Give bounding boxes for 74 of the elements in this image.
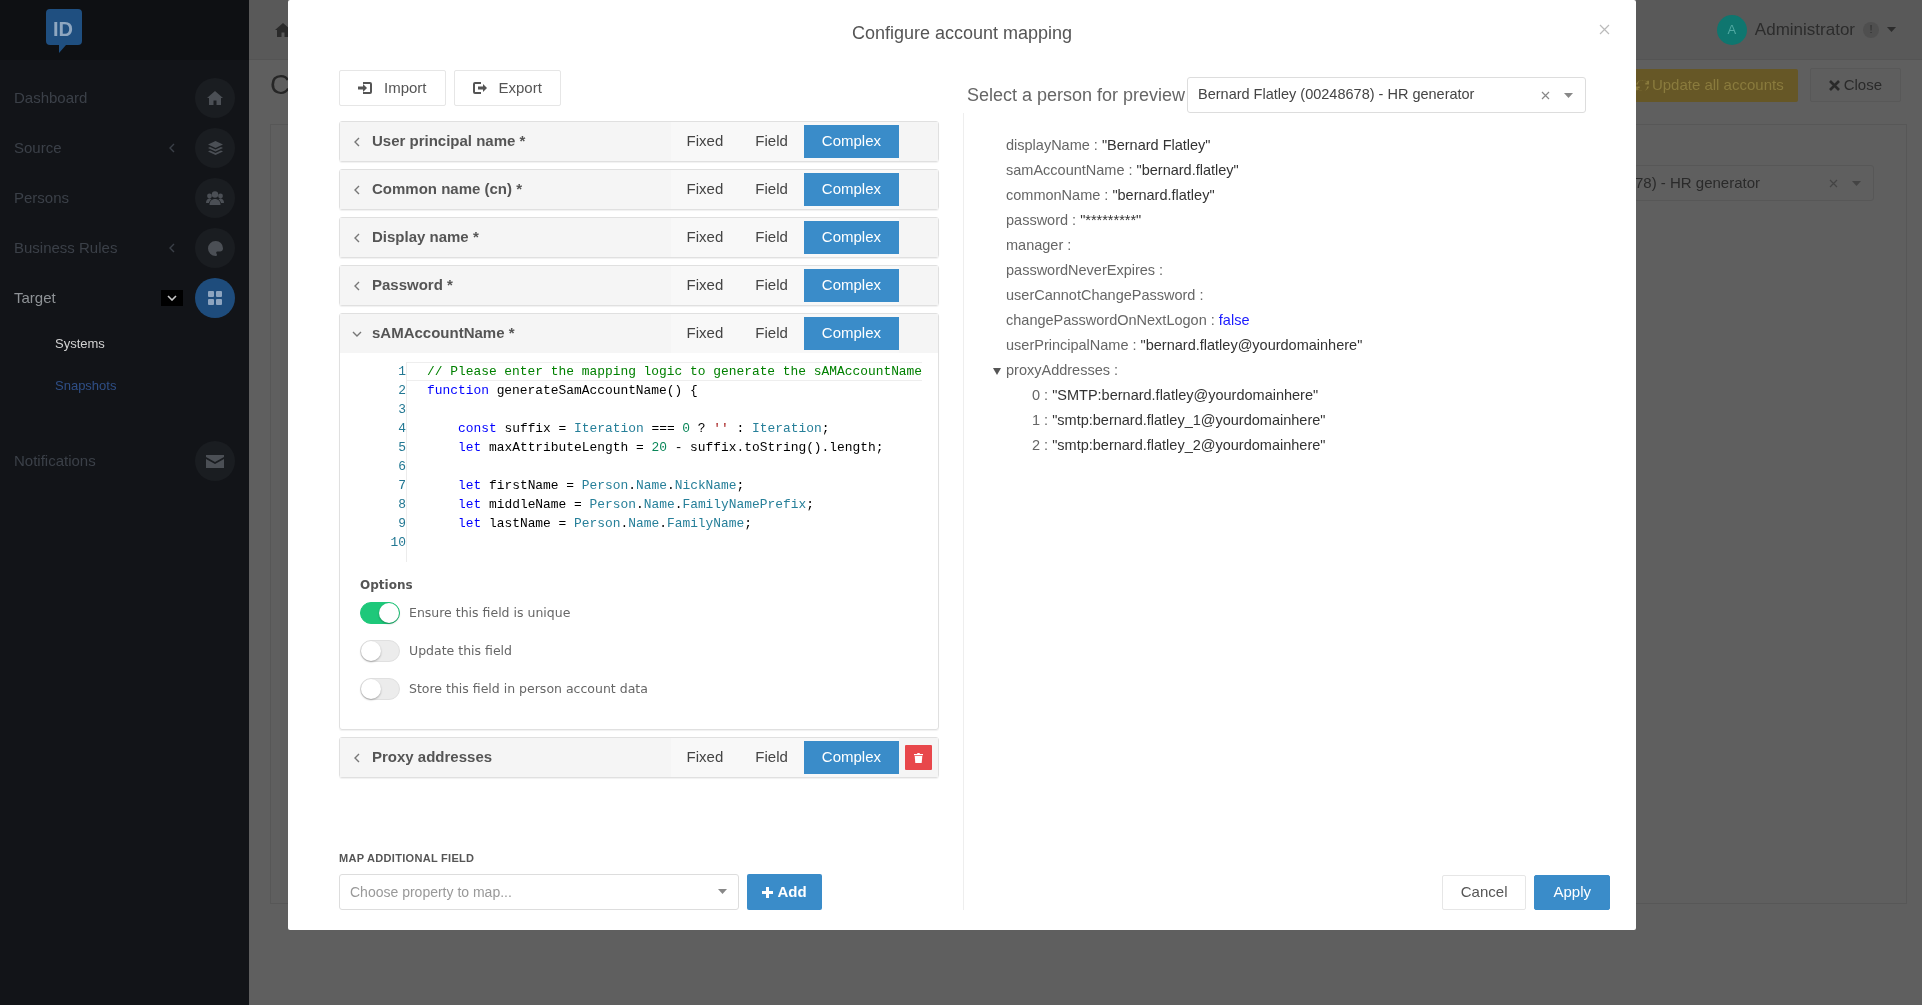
property-line: 2 : "smtp:bernard.flatley_2@yourdomainhere" xyxy=(1032,436,1326,455)
line-number: 3 xyxy=(397,401,406,419)
toolbar-button[interactable]: Export xyxy=(453,70,561,106)
line-number: 10 xyxy=(389,534,406,552)
property-line: userPrincipalName : "bernard.flatley@yourdomainhere" xyxy=(1006,336,1363,355)
code-line: // Please enter the mapping logic to generate the sAMAccountName xyxy=(407,362,923,381)
mapping-title: Proxy addresses xyxy=(372,747,494,768)
property-select[interactable]: Choose property to map... xyxy=(339,874,739,910)
mode-tab[interactable]: Complex xyxy=(803,741,899,774)
mode-tab[interactable]: Fixed xyxy=(670,317,740,350)
property-line: password : "*********" xyxy=(1006,211,1142,230)
mode-tab[interactable]: Field xyxy=(739,317,804,350)
property-line: manager : xyxy=(1006,236,1072,255)
section-label: MAP ADDITIONAL FIELD xyxy=(339,851,475,864)
apply-button[interactable]: Apply xyxy=(1534,875,1610,910)
logo-text: ID xyxy=(53,17,73,42)
option-label: Store this field in person account data xyxy=(409,679,648,698)
code-line: let maxAttributeLength = 20 - suffix.toString().length; xyxy=(457,439,885,457)
line-number: 2 xyxy=(397,382,406,400)
mapping-title: Common name (cn) * xyxy=(372,179,523,200)
property-line: 1 : "smtp:bernard.flatley_1@yourdomainhere" xyxy=(1032,411,1326,430)
page-title: C xyxy=(270,68,291,102)
mode-tab[interactable]: Complex xyxy=(803,269,899,302)
mapping-title: Display name * xyxy=(372,227,480,248)
property-line: passwordNeverExpires : xyxy=(1006,261,1164,280)
line-number: 4 xyxy=(397,420,406,438)
options-heading: Options xyxy=(360,578,413,592)
mapping-title: sAMAccountName * xyxy=(372,323,516,344)
line-number: 1 xyxy=(397,363,406,381)
property-line: commonName : "bernard.flatley" xyxy=(1006,186,1215,205)
code-line: const suffix = Iteration === 0 ? '' : Iteration; xyxy=(457,420,831,438)
code-line: let firstName = Person.Name.NickName; xyxy=(457,477,746,495)
field-label: Select a person for preview xyxy=(967,83,1186,107)
mode-tab[interactable]: Fixed xyxy=(670,269,740,302)
mode-tab[interactable]: Field xyxy=(739,125,804,158)
add-button[interactable]: Add xyxy=(747,874,822,910)
mode-tab[interactable]: Field xyxy=(739,269,804,302)
line-number: 8 xyxy=(397,496,406,514)
mode-tab[interactable]: Field xyxy=(739,741,804,774)
line-number: 6 xyxy=(397,458,406,476)
code-line: let lastName = Person.Name.FamilyName; xyxy=(457,515,754,533)
property-line: proxyAddresses : xyxy=(1006,361,1119,380)
mode-tab[interactable]: Fixed xyxy=(670,125,740,158)
property-line: userCannotChangePassword : xyxy=(1006,286,1204,305)
property-line: 0 : "SMTP:bernard.flatley@yourdomainhere" xyxy=(1032,386,1319,405)
mode-tab[interactable]: Field xyxy=(739,221,804,254)
option-label: Ensure this field is unique xyxy=(409,603,571,622)
mode-tab[interactable]: Complex xyxy=(803,317,899,350)
mode-tab[interactable]: Complex xyxy=(803,173,899,206)
menu-item[interactable]: Target xyxy=(14,286,161,310)
mapping-title: User principal name * xyxy=(372,131,527,152)
code-line: let middleName = Person.Name.FamilyNamePrefix; xyxy=(457,496,815,514)
property-line: displayName : "Bernard Flatley" xyxy=(1006,136,1211,155)
cancel-button[interactable]: Cancel xyxy=(1441,875,1527,910)
mode-tab[interactable]: Field xyxy=(739,173,804,206)
code-line: function generateSamAccountName() { xyxy=(426,382,699,400)
avatar: A xyxy=(1716,14,1747,45)
modal-title: Configure account mapping xyxy=(851,21,1073,45)
line-number: 9 xyxy=(397,515,406,533)
mode-tab[interactable]: Complex xyxy=(803,125,899,158)
property-line: samAccountName : "bernard.flatley" xyxy=(1006,161,1239,180)
line-number: 7 xyxy=(397,477,406,495)
mode-tab[interactable]: Complex xyxy=(803,221,899,254)
menu-item[interactable]: Systems xyxy=(55,334,105,354)
person-select[interactable]: Bernard Flatley (00248678) - HR generator xyxy=(1187,77,1586,113)
line-number: 5 xyxy=(397,439,406,457)
mapping-title: Password * xyxy=(372,275,454,296)
toolbar-button[interactable]: Import xyxy=(339,70,446,106)
option-label: Update this field xyxy=(409,641,512,660)
mode-tab[interactable]: Fixed xyxy=(670,221,740,254)
mode-tab[interactable]: Fixed xyxy=(670,173,740,206)
mode-tab[interactable]: Fixed xyxy=(670,741,740,774)
property-line: changePasswordOnNextLogon : false xyxy=(1006,311,1250,330)
alert-badge: ! xyxy=(1863,21,1879,38)
